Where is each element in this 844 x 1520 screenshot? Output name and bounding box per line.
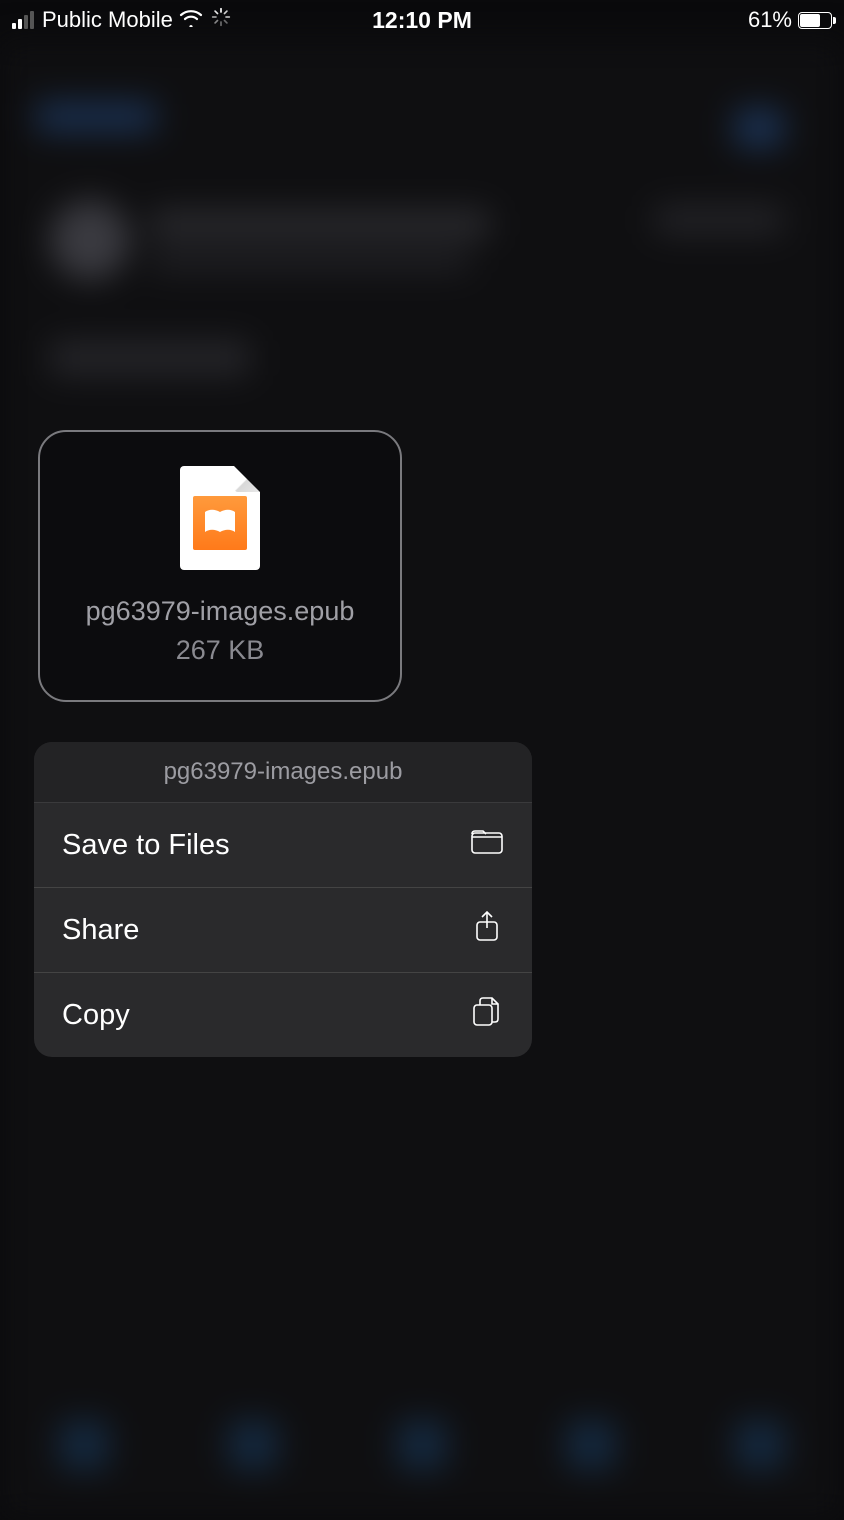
battery-icon [798, 12, 832, 29]
file-size-label: 267 KB [176, 635, 265, 666]
context-menu: pg63979-images.epub Save to Files Share [34, 742, 532, 1057]
share-icon [470, 910, 504, 950]
menu-item-share[interactable]: Share [34, 888, 532, 973]
status-bar: Public Mobile [0, 0, 844, 40]
book-icon [203, 508, 237, 539]
menu-item-label: Copy [62, 999, 130, 1032]
carrier-label: Public Mobile [42, 7, 173, 33]
loading-spinner-icon [211, 7, 231, 33]
status-left: Public Mobile [12, 7, 231, 33]
menu-item-copy[interactable]: Copy [34, 973, 532, 1057]
file-attachment-preview[interactable]: pg63979-images.epub 267 KB [38, 430, 402, 702]
folder-icon [470, 825, 504, 865]
clock-label: 12:10 PM [372, 7, 472, 34]
menu-item-label: Share [62, 914, 139, 947]
menu-item-label: Save to Files [62, 829, 230, 862]
context-menu-title: pg63979-images.epub [34, 742, 532, 803]
battery-percent-label: 61% [748, 7, 792, 33]
cellular-signal-icon [12, 11, 34, 29]
menu-item-save-to-files[interactable]: Save to Files [34, 803, 532, 888]
wifi-icon [179, 7, 203, 33]
epub-file-icon [180, 466, 260, 570]
status-right: 61% [748, 7, 832, 33]
copy-icon [470, 995, 504, 1035]
file-name-label: pg63979-images.epub [86, 596, 355, 627]
